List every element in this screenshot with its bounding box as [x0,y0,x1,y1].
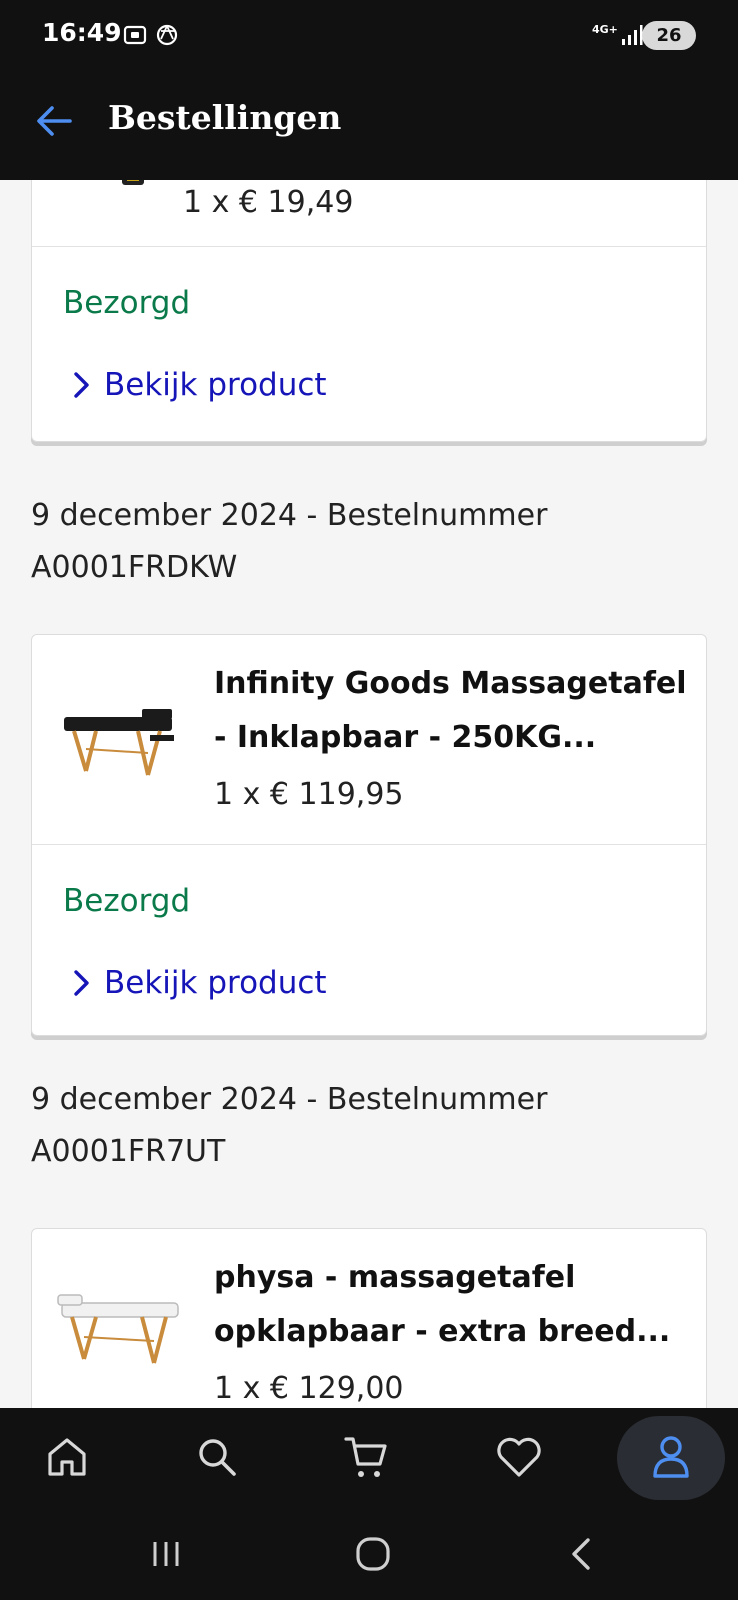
product-thumbnail [57,1294,179,1364]
order-item[interactable]: physa - massagetafel opklapbaar - extra … [32,1229,706,1408]
status-time: 16:49 [42,18,122,47]
product-name-line: opklapbaar - extra breed... [214,1314,671,1349]
product-name-line: Infinity Goods Massagetafel [214,666,687,701]
view-product-link[interactable]: Bekijk product [72,963,327,1003]
order-card: Infinity Goods Massagetafel - Inklapbaar… [31,634,707,1036]
network-type: 4G+ [592,23,618,36]
order-item[interactable]: Infinity Goods Massagetafel - Inklapbaar… [32,635,706,845]
screenshot-icon [123,25,147,45]
view-product-label: Bekijk product [104,965,327,1001]
nav-home[interactable] [34,1426,100,1488]
chevron-right-icon [74,970,89,996]
recent-apps-button[interactable] [136,1530,196,1578]
product-price: 1 x € 119,95 [214,777,404,812]
nav-wishlist[interactable] [486,1426,552,1488]
product-name: Infinity Goods Massagetafel - Inklapbaar… [214,657,694,765]
order-heading: 9 december 2024 - Bestelnummer A0001FR7U… [31,1074,691,1178]
order-date: 9 december 2024 - Bestelnummer [31,498,548,533]
nav-cart[interactable] [334,1426,400,1488]
order-number: A0001FRDKW [31,550,238,585]
chevron-right-icon [74,372,89,398]
battery-indicator: 26 [642,21,696,50]
order-card: 1 x € 19,49 Bezorgd Bekijk product [31,180,707,442]
page-title: Bestellingen [108,98,342,137]
product-price: 1 x € 19,49 [183,185,354,220]
app-bar: Bestellingen [0,74,738,180]
product-name-line: - Inklapbaar - 250KG... [214,720,597,755]
nav-search[interactable] [184,1426,250,1488]
account-icon [653,1436,689,1478]
delivery-status: Bezorgd [63,883,191,919]
order-heading: 9 december 2024 - Bestelnummer A0001FRDK… [31,490,691,594]
back-chevron-icon [572,1538,590,1570]
delivery-status: Bezorgd [63,285,191,321]
screen: 16:49 4G+ 26 Bestellingen 1 x € 19,49 Be… [0,0,738,1600]
product-name: physa - massagetafel opklapbaar - extra … [214,1251,694,1359]
cart-icon [344,1437,387,1477]
recent-apps-icon [153,1542,179,1566]
heart-icon [497,1437,541,1477]
order-date: 9 december 2024 - Bestelnummer [31,1082,548,1117]
order-card: physa - massagetafel opklapbaar - extra … [31,1228,707,1408]
order-item[interactable]: 1 x € 19,49 [32,180,706,247]
home-icon [48,1438,86,1476]
bottom-navigation [0,1408,738,1508]
product-thumbnail [64,709,174,776]
signal-icon [622,25,643,45]
product-thumbnail [122,180,144,185]
home-circle-icon [356,1537,390,1571]
view-product-label: Bekijk product [104,367,327,403]
product-name-line: physa - massagetafel [214,1260,576,1295]
back-system-button[interactable] [551,1530,611,1578]
system-navigation [0,1508,738,1600]
status-bar: 16:49 4G+ 26 [0,0,738,74]
nav-account[interactable] [638,1426,704,1488]
product-price: 1 x € 129,00 [214,1371,404,1406]
back-button[interactable] [30,96,80,146]
view-product-link[interactable]: Bekijk product [72,365,327,405]
orders-list[interactable]: 1 x € 19,49 Bezorgd Bekijk product 9 dec… [0,180,738,1408]
home-system-button[interactable] [343,1530,403,1578]
search-icon [199,1439,236,1476]
openai-icon [156,24,178,46]
order-number: A0001FR7UT [31,1134,226,1169]
arrow-left-icon [37,106,72,136]
